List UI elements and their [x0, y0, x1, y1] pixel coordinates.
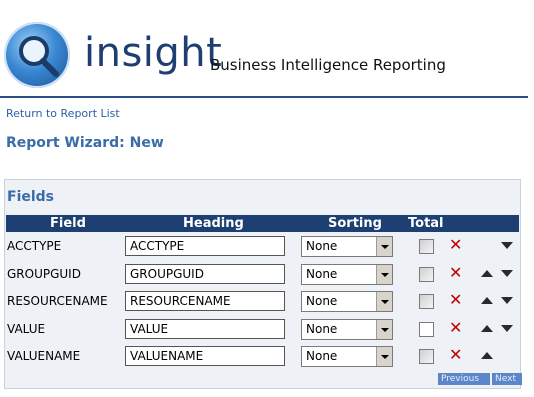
return-to-report-list-link[interactable]: Return to Report List: [6, 107, 120, 120]
chevron-down-icon[interactable]: [376, 264, 392, 284]
field-name: GROUPGUID: [7, 266, 81, 281]
sorting-select[interactable]: None: [301, 236, 393, 257]
move-down-icon[interactable]: [501, 242, 513, 249]
column-header-sorting: Sorting: [328, 216, 382, 231]
tagline: Business Intelligence Reporting: [210, 56, 446, 74]
column-header-heading: Heading: [183, 216, 244, 231]
sorting-select[interactable]: None: [301, 263, 393, 285]
delete-icon[interactable]: ✕: [449, 346, 462, 364]
move-down-icon[interactable]: [501, 324, 513, 332]
header-divider: [0, 96, 528, 98]
field-name: VALUE: [7, 321, 46, 336]
chevron-down-icon[interactable]: [376, 292, 392, 311]
sorting-select[interactable]: None: [301, 318, 393, 340]
total-checkbox[interactable]: [419, 239, 434, 254]
field-row: GROUPGUID None ✕: [6, 261, 519, 288]
field-row: VALUE None ✕: [6, 316, 519, 343]
next-button[interactable]: Next: [492, 373, 522, 385]
logo-wordmark: insight: [84, 30, 223, 76]
move-down-icon[interactable]: [501, 269, 513, 277]
move-up-icon[interactable]: [481, 297, 493, 304]
total-checkbox[interactable]: [419, 321, 434, 337]
column-header-field: Field: [50, 216, 86, 231]
delete-icon[interactable]: ✕: [449, 236, 462, 254]
field-name: ACCTYPE: [7, 239, 62, 253]
move-up-icon[interactable]: [481, 269, 493, 277]
chevron-down-icon[interactable]: [376, 319, 392, 339]
heading-input[interactable]: [125, 263, 285, 284]
sorting-selected-value: None: [306, 349, 338, 363]
sorting-selected-value: None: [306, 294, 338, 308]
delete-icon[interactable]: ✕: [449, 263, 462, 282]
magnifier-logo-icon: [4, 22, 70, 88]
field-name: VALUENAME: [7, 349, 81, 363]
heading-input[interactable]: [125, 236, 285, 256]
sorting-select[interactable]: None: [301, 346, 393, 367]
move-up-icon[interactable]: [481, 324, 493, 332]
page-title: Report Wizard: New: [6, 135, 164, 151]
sorting-selected-value: None: [306, 321, 338, 336]
delete-icon[interactable]: ✕: [449, 291, 462, 309]
delete-icon[interactable]: ✕: [449, 318, 462, 337]
sorting-select[interactable]: None: [301, 291, 393, 312]
heading-input[interactable]: [125, 291, 285, 311]
move-up-icon[interactable]: [481, 352, 493, 359]
sorting-selected-value: None: [306, 239, 338, 253]
field-name: RESOURCENAME: [7, 294, 108, 308]
fields-table-header: Field Heading Sorting Total: [6, 215, 519, 232]
fields-panel: Fields Field Heading Sorting Total ACCTY…: [4, 179, 522, 389]
fields-section-title: Fields: [7, 189, 55, 205]
field-row: VALUENAME None ✕: [6, 343, 519, 370]
field-row: ACCTYPE None ✕: [6, 233, 519, 260]
total-checkbox[interactable]: [419, 349, 434, 364]
sorting-selected-value: None: [306, 266, 338, 281]
app-header: insight Business Intelligence Reporting: [0, 0, 534, 98]
move-down-icon[interactable]: [501, 297, 513, 304]
column-header-total: Total: [408, 216, 444, 231]
field-row: RESOURCENAME None ✕: [6, 288, 519, 315]
heading-input[interactable]: [125, 346, 285, 366]
chevron-down-icon[interactable]: [376, 237, 392, 256]
total-checkbox[interactable]: [419, 294, 434, 309]
previous-button[interactable]: Previous: [438, 373, 490, 385]
heading-input[interactable]: [125, 318, 285, 339]
total-checkbox[interactable]: [419, 266, 434, 282]
chevron-down-icon[interactable]: [376, 347, 392, 366]
